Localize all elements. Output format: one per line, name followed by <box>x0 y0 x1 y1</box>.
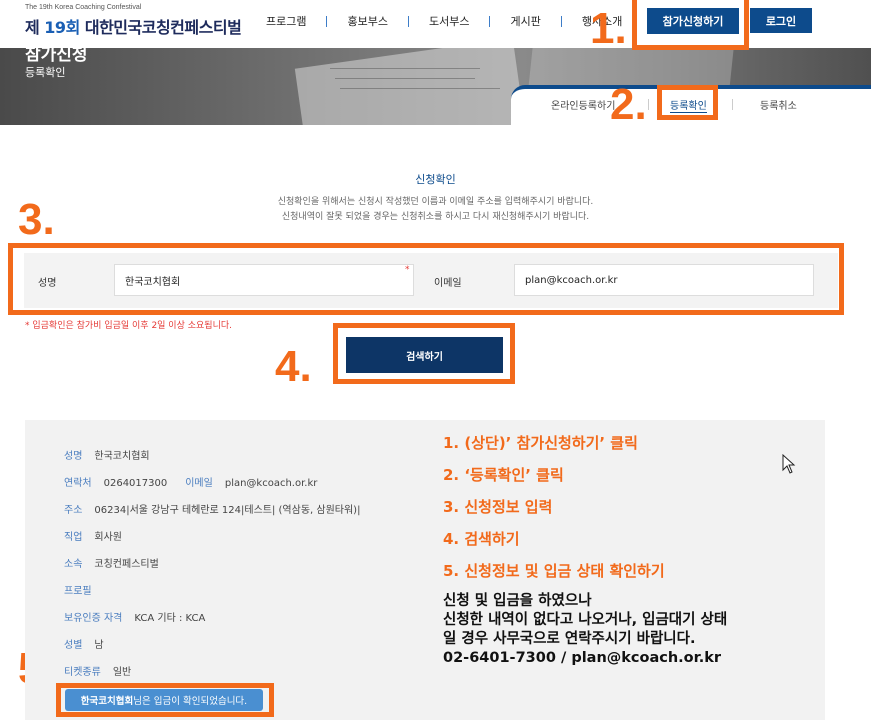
banner-background-image <box>294 48 526 125</box>
result-cert-row: 보유인증 자격 KCA 기타 : KCA <box>64 609 205 624</box>
banner-decoration <box>330 68 480 69</box>
nav-board[interactable]: 게시판 <box>490 13 560 29</box>
annotation-number-2: 2. <box>610 80 647 129</box>
banner-decoration <box>335 78 475 79</box>
result-key: 연락처 <box>64 478 92 489</box>
result-value: plan@kcoach.or.kr <box>224 478 318 489</box>
notice-line: 신청한 내역이 없다고 나오거나, 입금대기 상태 <box>443 612 728 628</box>
logo-prefix: 제 <box>25 18 45 37</box>
result-phone-row: 연락처 0264017300 이메일 plan@kcoach.or.kr <box>64 474 317 489</box>
result-value: KCA 기타 : KCA <box>134 613 206 624</box>
page-title: 참가신청 <box>25 48 88 65</box>
notice-line: 02-6401-7300 / plan@kcoach.or.kr <box>443 650 722 666</box>
result-value: 회사원 <box>94 532 123 543</box>
result-key: 보유인증 자격 <box>64 613 123 624</box>
form-description: 신청내역이 잘못 되었을 경우는 신청취소를 하시고 다시 재신청해주시기 바랍… <box>281 212 590 222</box>
result-key: 성명 <box>64 451 83 462</box>
login-button[interactable]: 로그인 <box>750 8 812 33</box>
nav-program[interactable]: 프로그램 <box>246 13 326 29</box>
result-value: 코칭컨페스티벌 <box>94 559 159 570</box>
instruction-step-1: 1. (상단)’ 참가신청하기’ 클릭 <box>443 434 638 452</box>
result-key: 이메일 <box>185 478 213 489</box>
result-key: 주소 <box>64 505 83 516</box>
notice-line: 신청 및 입금을 하였으나 <box>443 593 592 609</box>
instruction-step-3: 3. 신청정보 입력 <box>443 498 553 516</box>
form-description: 신청확인을 위해서는 신청시 작성했던 이름과 이메일 주소를 입력해주시기 바… <box>277 197 594 207</box>
page-subtitle: 등록확인 <box>25 66 66 79</box>
result-org-row: 소속 코칭컨페스티벌 <box>64 555 159 570</box>
result-address-row: 주소 06234|서울 강남구 테헤란로 124|테스트| (역삼동, 삼원타워)… <box>64 501 360 516</box>
logo-subtitle: The 19th Korea Coaching Confestival <box>25 4 142 11</box>
result-value: 남 <box>94 640 104 651</box>
annotation-box-5 <box>56 683 274 717</box>
annotation-box-4 <box>333 323 515 384</box>
tab-online-register[interactable]: 온라인등록하기 <box>551 97 615 112</box>
result-gender-row: 성별 남 <box>64 636 104 651</box>
contact-notice: 신청 및 입금을 하였으나 신청한 내역이 없다고 나오거나, 입금대기 상태 … <box>443 592 727 668</box>
result-ticket-row: 티켓종류 일반 <box>64 663 131 678</box>
form-title: 신청확인 <box>415 173 456 186</box>
annotation-box-1 <box>632 0 749 50</box>
logo-name: 대한민국코칭컨페스티벌 <box>79 18 242 37</box>
result-value: 0264017300 <box>103 478 168 489</box>
logo-number: 19회 <box>44 18 80 37</box>
result-value: 06234|서울 강남구 테헤란로 124|테스트| (역삼동, 삼원타워)| <box>94 505 361 516</box>
main-nav: 프로그램 홍보부스 도서부스 게시판 행사소개 <box>246 13 642 29</box>
nav-promo-booth[interactable]: 홍보부스 <box>327 13 407 29</box>
deposit-note: * 입금확인은 참가비 입금일 이후 2일 이상 소요됩니다. <box>25 321 232 331</box>
tab-cancel-registration[interactable]: 등록취소 <box>760 97 797 112</box>
result-job-row: 직업 회사원 <box>64 528 122 543</box>
result-key: 티켓종류 <box>64 667 101 678</box>
instruction-step-2: 2. ‘등록확인’ 클릭 <box>443 466 564 484</box>
site-logo[interactable]: 제 19회 대한민국코칭컨페스티벌 <box>25 14 242 38</box>
instruction-step-5: 5. 신청정보 및 입금 상태 확인하기 <box>443 562 665 580</box>
result-key: 성별 <box>64 640 83 651</box>
instruction-step-4: 4. 검색하기 <box>443 530 520 548</box>
result-value: 한국코치협회 <box>94 451 150 462</box>
annotation-box-3 <box>8 243 844 315</box>
notice-line: 일 경우 사무국으로 연락주시기 바랍니다. <box>443 631 696 647</box>
nav-book-booth[interactable]: 도서부스 <box>409 13 489 29</box>
result-panel <box>25 420 825 720</box>
result-name-row: 성명 한국코치협회 <box>64 447 150 462</box>
result-profile-row: 프로필 <box>64 582 104 597</box>
annotation-number-1: 1. <box>590 4 627 53</box>
result-value: 일반 <box>112 667 132 678</box>
result-key: 프로필 <box>64 586 92 597</box>
mouse-cursor-icon <box>782 454 796 474</box>
result-key: 직업 <box>64 532 83 543</box>
annotation-number-4: 4. <box>275 342 312 391</box>
annotation-box-2 <box>657 85 718 120</box>
banner-decoration <box>340 88 500 89</box>
result-key: 소속 <box>64 559 83 570</box>
tab-divider <box>732 99 733 110</box>
tab-divider <box>648 99 649 110</box>
